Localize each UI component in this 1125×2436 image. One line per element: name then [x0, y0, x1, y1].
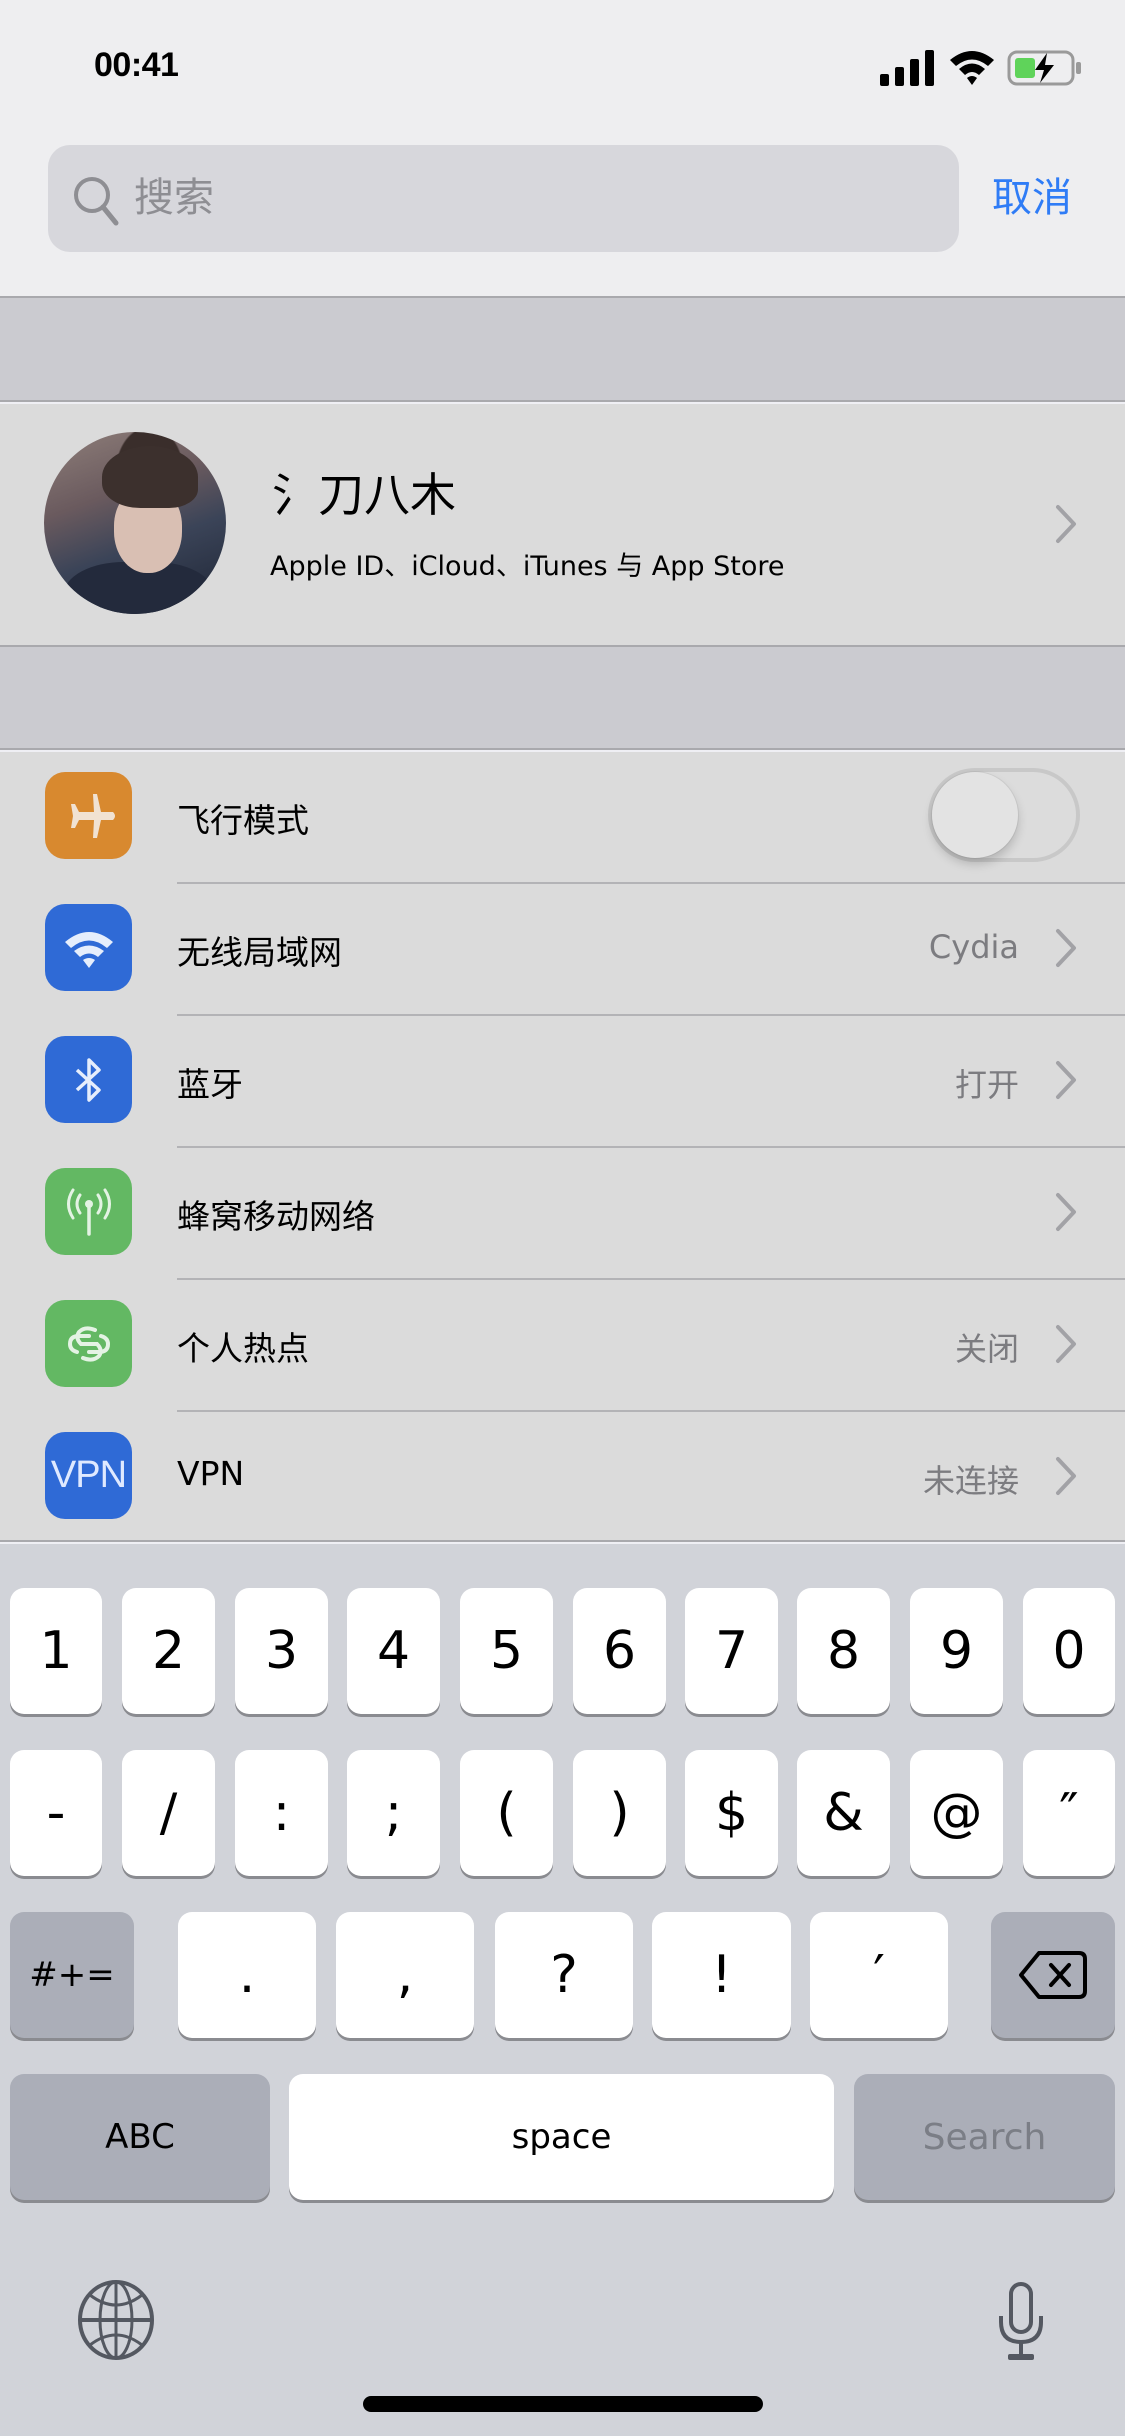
search-header: 取消	[0, 135, 1125, 298]
section-spacer	[0, 298, 1125, 402]
key-colon[interactable]: :	[235, 1750, 328, 1876]
hotspot-link-icon	[45, 1300, 132, 1387]
row-label: 蓝牙	[177, 1065, 243, 1104]
search-box[interactable]	[48, 145, 959, 252]
key-5[interactable]: 5	[460, 1588, 553, 1714]
key-exclamation[interactable]: !	[652, 1912, 791, 2038]
key-slash[interactable]: /	[122, 1750, 215, 1876]
cellular-antenna-icon	[45, 1168, 132, 1255]
row-value: 未连接	[922, 1462, 1019, 1500]
key-hyphen[interactable]: -	[10, 1750, 102, 1876]
key-dollar[interactable]: $	[685, 1750, 778, 1876]
status-time: 00:41	[94, 46, 179, 84]
key-1[interactable]: 1	[10, 1588, 102, 1714]
row-label: 蜂窝移动网络	[177, 1197, 375, 1236]
search-input[interactable]	[134, 163, 934, 233]
chevron-right-icon	[1056, 1193, 1076, 1231]
row-label: 无线局域网	[177, 933, 342, 972]
key-open-paren[interactable]: (	[460, 1750, 553, 1876]
settings-row-vpn[interactable]: VPN VPN 未连接	[0, 1412, 1125, 1544]
settings-list: 飞行模式 无线局域网 Cydia 蓝牙 打开 蜂窝移动网络 个人热点 关闭 VP…	[0, 752, 1125, 1542]
key-abc[interactable]: ABC	[10, 2074, 270, 2200]
keyboard: 1 2 3 4 5 6 7 8 9 0 - / : ; ( ) $ & @ ″ …	[0, 1544, 1125, 2436]
key-2[interactable]: 2	[122, 1588, 215, 1714]
cancel-button[interactable]: 取消	[992, 165, 1072, 223]
home-indicator[interactable]	[363, 2396, 763, 2412]
chevron-right-icon	[1056, 1457, 1076, 1495]
wifi-icon	[45, 904, 132, 991]
backspace-icon	[1019, 1951, 1087, 1999]
vpn-icon: VPN	[45, 1432, 132, 1519]
delete-button[interactable]	[991, 1912, 1115, 2038]
avatar	[44, 432, 226, 614]
apple-id-profile-row[interactable]: 氵刀八木 Apple ID、iCloud、iTunes 与 App Store	[0, 404, 1125, 645]
row-label: 个人热点	[177, 1329, 309, 1368]
key-ampersand[interactable]: &	[797, 1750, 890, 1876]
settings-row-airplane-mode[interactable]: 飞行模式	[0, 752, 1125, 884]
settings-row-cellular[interactable]: 蜂窝移动网络	[0, 1148, 1125, 1280]
key-4[interactable]: 4	[347, 1588, 440, 1714]
row-value: 关闭	[954, 1330, 1019, 1368]
key-6[interactable]: 6	[573, 1588, 666, 1714]
globe-icon[interactable]	[76, 2279, 156, 2361]
key-question[interactable]: ?	[495, 1912, 633, 2038]
vpn-icon-text: VPN	[50, 1454, 127, 1496]
row-value: 打开	[954, 1066, 1019, 1104]
battery-charging-icon	[1007, 50, 1081, 86]
key-9[interactable]: 9	[910, 1588, 1003, 1714]
key-at[interactable]: @	[910, 1750, 1003, 1876]
key-close-paren[interactable]: )	[573, 1750, 666, 1876]
key-search[interactable]: Search	[854, 2074, 1115, 2200]
key-more-symbols[interactable]: #+=	[10, 1912, 134, 2038]
chevron-right-icon	[1056, 1325, 1076, 1363]
bluetooth-icon	[45, 1036, 132, 1123]
chevron-right-icon	[1056, 1061, 1076, 1099]
airplane-mode-toggle[interactable]	[928, 768, 1080, 862]
toggle-knob	[932, 772, 1018, 858]
status-bar: 00:41	[0, 0, 1125, 135]
key-7[interactable]: 7	[685, 1588, 778, 1714]
key-semicolon[interactable]: ;	[347, 1750, 440, 1876]
section-spacer	[0, 645, 1125, 750]
chevron-right-icon	[1056, 505, 1076, 543]
airplane-icon	[45, 772, 132, 859]
key-8[interactable]: 8	[797, 1588, 890, 1714]
key-0[interactable]: 0	[1023, 1588, 1115, 1714]
key-period[interactable]: .	[178, 1912, 316, 2038]
row-label: VPN	[177, 1454, 245, 1493]
chevron-right-icon	[1056, 929, 1076, 967]
settings-row-hotspot[interactable]: 个人热点 关闭	[0, 1280, 1125, 1412]
row-label: 飞行模式	[177, 801, 309, 840]
settings-row-wifi[interactable]: 无线局域网 Cydia	[0, 884, 1125, 1016]
key-quote[interactable]: ″	[1023, 1750, 1115, 1876]
profile-subtitle: Apple ID、iCloud、iTunes 与 App Store	[270, 551, 785, 582]
key-comma[interactable]: ,	[336, 1912, 474, 2038]
key-apostrophe[interactable]: ′	[810, 1912, 948, 2038]
search-icon	[74, 177, 119, 226]
settings-row-bluetooth[interactable]: 蓝牙 打开	[0, 1016, 1125, 1148]
key-3[interactable]: 3	[235, 1588, 328, 1714]
row-value: Cydia	[928, 928, 1019, 966]
cellular-signal-icon	[880, 50, 934, 86]
profile-name: 氵刀八木	[272, 468, 456, 522]
wifi-icon	[950, 51, 994, 85]
key-space[interactable]: space	[289, 2074, 834, 2200]
microphone-icon[interactable]	[996, 2282, 1046, 2362]
